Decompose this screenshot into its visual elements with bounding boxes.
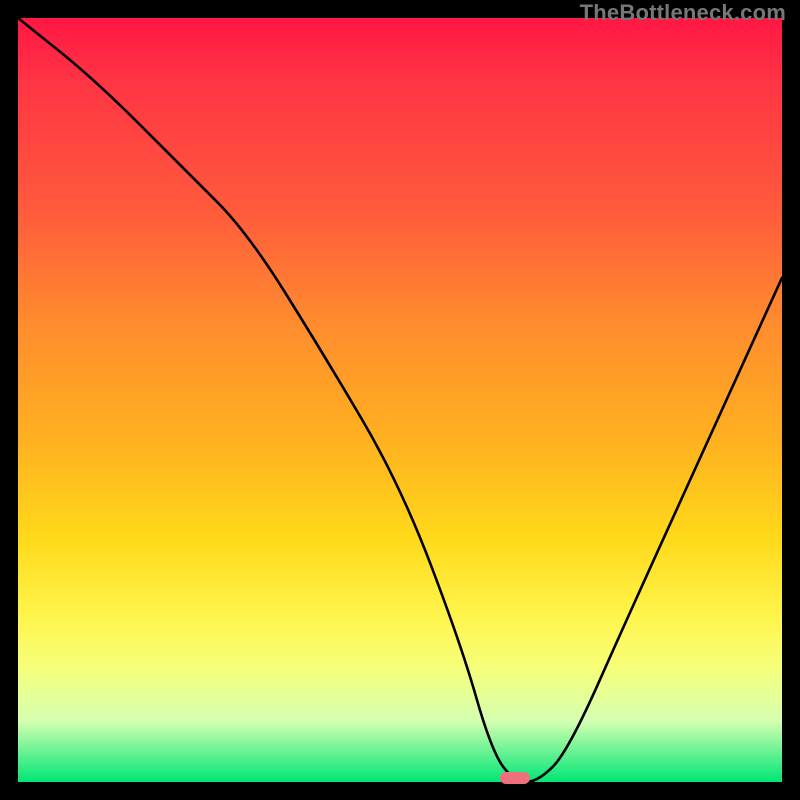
optimal-marker <box>500 772 530 784</box>
watermark-text: TheBottleneck.com <box>580 0 786 26</box>
curve-path <box>18 18 782 782</box>
chart-stage: TheBottleneck.com <box>0 0 800 800</box>
plot-area <box>18 18 782 782</box>
bottleneck-curve <box>18 18 782 782</box>
